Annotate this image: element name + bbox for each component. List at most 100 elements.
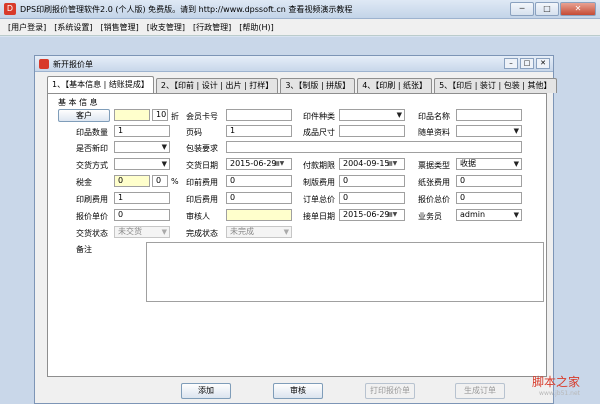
- menu-sales-management[interactable]: [销售管理]: [101, 19, 139, 35]
- delivery-date-picker[interactable]: 2015-06-29 ▦▼: [226, 158, 292, 170]
- order-total-input[interactable]: 0: [339, 192, 405, 204]
- attach-select[interactable]: ▼: [456, 125, 522, 137]
- print-type-label: 印件种类: [303, 112, 335, 121]
- pack-input[interactable]: [226, 141, 522, 153]
- delivery-status-label: 交货状态: [76, 229, 108, 238]
- bill-type-label: 票据类型: [418, 161, 450, 170]
- memo-label: 备注: [76, 245, 92, 254]
- tax-label: 税金: [76, 178, 92, 187]
- complete-status-label: 完成状态: [186, 229, 218, 238]
- child-title-bar: 新开报价单 – □ ✕: [35, 56, 553, 72]
- unit-price-input[interactable]: 0: [114, 209, 170, 221]
- section-title: 基 本 信 息: [58, 98, 98, 107]
- plate-fee-input[interactable]: 0: [339, 175, 405, 187]
- window-title: DPS印刷报价管理软件2.0 (个人版) 免费版。请到 http://www.d…: [20, 5, 353, 14]
- discount-field[interactable]: 10: [152, 109, 168, 121]
- review-button[interactable]: 审核: [273, 383, 323, 399]
- reviewer-input[interactable]: [226, 209, 292, 221]
- chevron-down-icon: ▼: [283, 228, 289, 236]
- plate-fee-label: 制版费用: [303, 178, 335, 187]
- member-card-input[interactable]: [226, 109, 292, 121]
- add-button[interactable]: 添加: [181, 383, 231, 399]
- unit-price-label: 报价单价: [76, 212, 108, 221]
- chevron-down-icon: ▼: [161, 160, 167, 168]
- order-date-label: 接单日期: [303, 212, 335, 221]
- bill-type-select[interactable]: 收据 ▼: [456, 158, 522, 170]
- pay-due-picker[interactable]: 2004-09-15 ▦▼: [339, 158, 405, 170]
- tab-prepress[interactable]: 2、【印前 | 设计 | 出片 | 打样】: [155, 78, 279, 93]
- child-minimize-button[interactable]: –: [504, 58, 518, 69]
- menu-bar: [用户登录] [系统设置] [销售管理] [收支管理] [行政管理] [帮助(H…: [0, 19, 600, 36]
- prepress-fee-input[interactable]: 0: [226, 175, 292, 187]
- size-input[interactable]: [339, 125, 405, 137]
- menu-help[interactable]: [帮助(H)]: [239, 19, 274, 35]
- chevron-down-icon: ▼: [513, 211, 519, 219]
- new-print-select[interactable]: ▼: [114, 141, 170, 153]
- pages-label: 页码: [186, 128, 202, 137]
- member-card-label: 会员卡号: [186, 112, 218, 121]
- postpress-fee-label: 印后费用: [186, 195, 218, 204]
- maximize-button[interactable]: □: [535, 2, 559, 16]
- complete-status-select: 未完成 ▼: [226, 226, 292, 238]
- quote-total-input[interactable]: 0: [456, 192, 522, 204]
- main-title-bar: D DPS印刷报价管理软件2.0 (个人版) 免费版。请到 http://www…: [0, 0, 600, 19]
- item-name-label: 印品名称: [418, 112, 450, 121]
- watermark: 脚本之家 www.jb51.net: [532, 376, 580, 400]
- quote-total-label: 报价总价: [418, 195, 450, 204]
- new-print-label: 是否新印: [76, 144, 108, 153]
- item-name-input[interactable]: [456, 109, 522, 121]
- app-logo-icon: D: [4, 3, 16, 15]
- tab-postpress[interactable]: 5、【印后 | 装订 | 包装 | 其他】: [434, 78, 557, 93]
- size-label: 成品尺寸: [303, 128, 335, 137]
- basic-info-panel: 基 本 信 息 客户 10 折 会员卡号 印件种类 ▼ 印品名称 印品数量 1 …: [47, 93, 547, 377]
- child-close-button[interactable]: ✕: [536, 58, 550, 69]
- delivery-status-select: 未交货 ▼: [114, 226, 170, 238]
- menu-finance-management[interactable]: [收支管理]: [147, 19, 185, 35]
- tab-basic-info[interactable]: 1、【基本信息 | 结账提成】: [47, 76, 154, 93]
- salesman-select[interactable]: admin ▼: [456, 209, 522, 221]
- print-quote-button[interactable]: 打印报价单: [365, 383, 415, 399]
- tax-percent-input[interactable]: 0: [152, 175, 168, 187]
- tax-amount-input[interactable]: 0: [114, 175, 150, 187]
- menu-admin-management[interactable]: [行政管理]: [193, 19, 231, 35]
- delivery-select[interactable]: ▼: [114, 158, 170, 170]
- watermark-sub: www.jb51.net: [539, 390, 580, 397]
- tab-plate[interactable]: 3、【制版 | 拼版】: [280, 78, 356, 93]
- child-maximize-button[interactable]: □: [520, 58, 534, 69]
- print-fee-input[interactable]: 1: [114, 192, 170, 204]
- close-button[interactable]: ✕: [560, 2, 596, 16]
- delivery-date-label: 交货日期: [186, 161, 218, 170]
- chevron-down-icon: ▼: [161, 228, 167, 236]
- qty-label: 印品数量: [76, 128, 108, 137]
- paper-fee-label: 纸张费用: [418, 178, 450, 187]
- pay-due-label: 付款期限: [303, 161, 335, 170]
- attach-label: 随单资料: [418, 128, 450, 137]
- window-controls: ─ □ ✕: [510, 2, 596, 16]
- pack-label: 包装要求: [186, 144, 218, 153]
- qty-input[interactable]: 1: [114, 125, 170, 137]
- chevron-down-icon: ▼: [161, 143, 167, 151]
- pages-input[interactable]: 1: [226, 125, 292, 137]
- customer-button[interactable]: 客户: [58, 109, 110, 122]
- customer-field[interactable]: [114, 109, 150, 121]
- chevron-down-icon: ▼: [396, 111, 402, 119]
- discount-unit: 折: [171, 112, 179, 121]
- calendar-icon[interactable]: ▦▼: [274, 160, 290, 168]
- reviewer-label: 审核人: [186, 212, 210, 221]
- generate-order-button[interactable]: 生成订单: [455, 383, 505, 399]
- menu-system-settings[interactable]: [系统设置]: [54, 19, 92, 35]
- print-type-select[interactable]: ▼: [339, 109, 405, 121]
- minimize-button[interactable]: ─: [510, 2, 534, 16]
- memo-textarea[interactable]: [146, 242, 544, 302]
- calendar-icon[interactable]: ▦▼: [387, 160, 403, 168]
- paper-fee-input[interactable]: 0: [456, 175, 522, 187]
- watermark-main: 脚本之家: [531, 375, 580, 389]
- tab-printing[interactable]: 4、【印刷 | 纸张】: [357, 78, 433, 93]
- postpress-fee-input[interactable]: 0: [226, 192, 292, 204]
- order-date-picker[interactable]: 2015-06-29 ▦▼: [339, 209, 405, 221]
- calendar-icon[interactable]: ▦▼: [387, 211, 403, 219]
- chevron-down-icon: ▼: [513, 160, 519, 168]
- mdi-workspace: 新开报价单 – □ ✕ 1、【基本信息 | 结账提成】 2、【印前 | 设计 |…: [0, 37, 600, 404]
- chevron-down-icon: ▼: [513, 127, 519, 135]
- menu-user-login[interactable]: [用户登录]: [8, 19, 46, 35]
